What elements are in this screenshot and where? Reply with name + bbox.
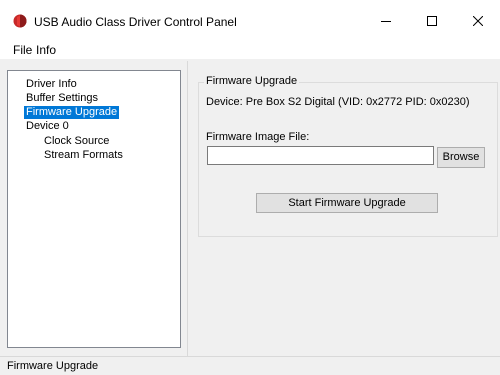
menu-info[interactable]: Info: [32, 42, 60, 58]
tree-item-stream-formats[interactable]: Stream Formats: [42, 149, 125, 162]
tree-item-device-0[interactable]: Device 0: [24, 120, 71, 133]
menu-bar: File Info: [0, 41, 500, 59]
tree-item-firmware-upgrade[interactable]: Firmware Upgrade: [24, 106, 120, 119]
minimize-button[interactable]: [363, 0, 409, 41]
group-title: Firmware Upgrade: [204, 75, 300, 88]
app-icon: [13, 14, 27, 28]
start-firmware-upgrade-button[interactable]: Start Firmware Upgrade: [256, 193, 438, 213]
status-text: Firmware Upgrade: [7, 360, 99, 372]
status-bar: Firmware Upgrade: [0, 356, 500, 375]
window-title: USB Audio Class Driver Control Panel: [34, 15, 237, 29]
firmware-image-label: Firmware Image File:: [206, 131, 310, 143]
device-info-text: Device: Pre Box S2 Digital (VID: 0x2772 …: [206, 96, 470, 108]
tree-item-driver-info[interactable]: Driver Info: [24, 78, 79, 91]
tree-item-clock-source[interactable]: Clock Source: [42, 135, 111, 148]
firmware-image-input[interactable]: [207, 146, 434, 165]
panel-splitter[interactable]: [187, 61, 188, 356]
minimize-icon: [381, 20, 391, 22]
navigation-tree[interactable]: Driver Info Buffer Settings Firmware Upg…: [7, 70, 181, 348]
close-button[interactable]: [455, 0, 500, 41]
maximize-button[interactable]: [409, 0, 455, 41]
title-bar: USB Audio Class Driver Control Panel: [0, 0, 500, 41]
maximize-icon: [427, 15, 437, 26]
browse-button[interactable]: Browse: [437, 147, 485, 168]
tree-item-buffer-settings[interactable]: Buffer Settings: [24, 92, 100, 105]
close-icon: [473, 15, 483, 26]
